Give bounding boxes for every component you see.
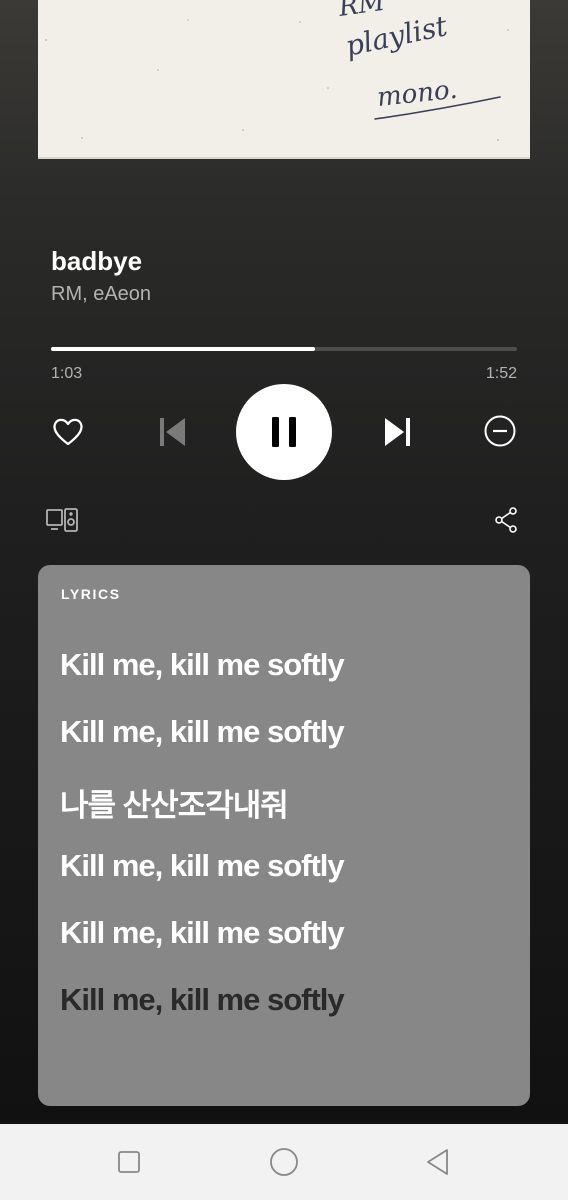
next-button[interactable] bbox=[378, 412, 418, 452]
lyric-line[interactable]: Kill me, kill me softly bbox=[60, 915, 345, 951]
home-icon bbox=[270, 1148, 298, 1176]
album-handwriting: RM playlist mono. bbox=[45, 0, 509, 141]
hide-song-button[interactable] bbox=[480, 411, 520, 451]
pause-icon bbox=[272, 417, 296, 447]
devices-icon bbox=[46, 508, 78, 532]
progress-fill bbox=[51, 347, 315, 351]
pause-button[interactable] bbox=[236, 384, 332, 480]
share-button[interactable] bbox=[490, 504, 522, 536]
lyric-line[interactable]: Kill me, kill me softly bbox=[60, 848, 345, 884]
lyric-line[interactable]: Kill me, kill me softly bbox=[60, 647, 345, 683]
back-icon bbox=[427, 1149, 448, 1175]
block-icon bbox=[484, 415, 516, 447]
album-art: RM playlist mono. bbox=[38, 0, 530, 159]
progress-bar[interactable] bbox=[51, 347, 517, 351]
system-navigation-bar bbox=[0, 1124, 568, 1200]
elapsed-time: 1:03 bbox=[51, 365, 83, 382]
total-time: 1:52 bbox=[485, 365, 517, 382]
previous-icon bbox=[160, 418, 185, 446]
album-handwriting-rm: RM bbox=[336, 0, 388, 23]
recent-apps-button[interactable] bbox=[113, 1146, 145, 1178]
previous-button[interactable] bbox=[152, 412, 192, 452]
connect-devices-button[interactable] bbox=[44, 504, 80, 536]
lyrics-header: LYRICS bbox=[61, 586, 121, 602]
heart-icon bbox=[53, 418, 83, 446]
home-button[interactable] bbox=[266, 1146, 302, 1178]
track-artist[interactable]: RM, eAeon bbox=[51, 283, 151, 306]
lyric-line[interactable]: 나를 산산조각내줘 bbox=[60, 780, 289, 825]
lyric-line[interactable]: Kill me, kill me softly bbox=[60, 714, 345, 750]
recent-apps-icon bbox=[118, 1151, 140, 1173]
share-icon bbox=[495, 507, 517, 533]
lyrics-card[interactable]: LYRICS Kill me, kill me softly Kill me, … bbox=[38, 565, 530, 1106]
like-button[interactable] bbox=[48, 412, 88, 452]
lyric-line-upcoming[interactable]: Kill me, kill me softly bbox=[60, 982, 345, 1018]
track-title: badbye bbox=[51, 246, 143, 276]
back-button[interactable] bbox=[422, 1146, 454, 1178]
next-icon bbox=[385, 418, 410, 446]
